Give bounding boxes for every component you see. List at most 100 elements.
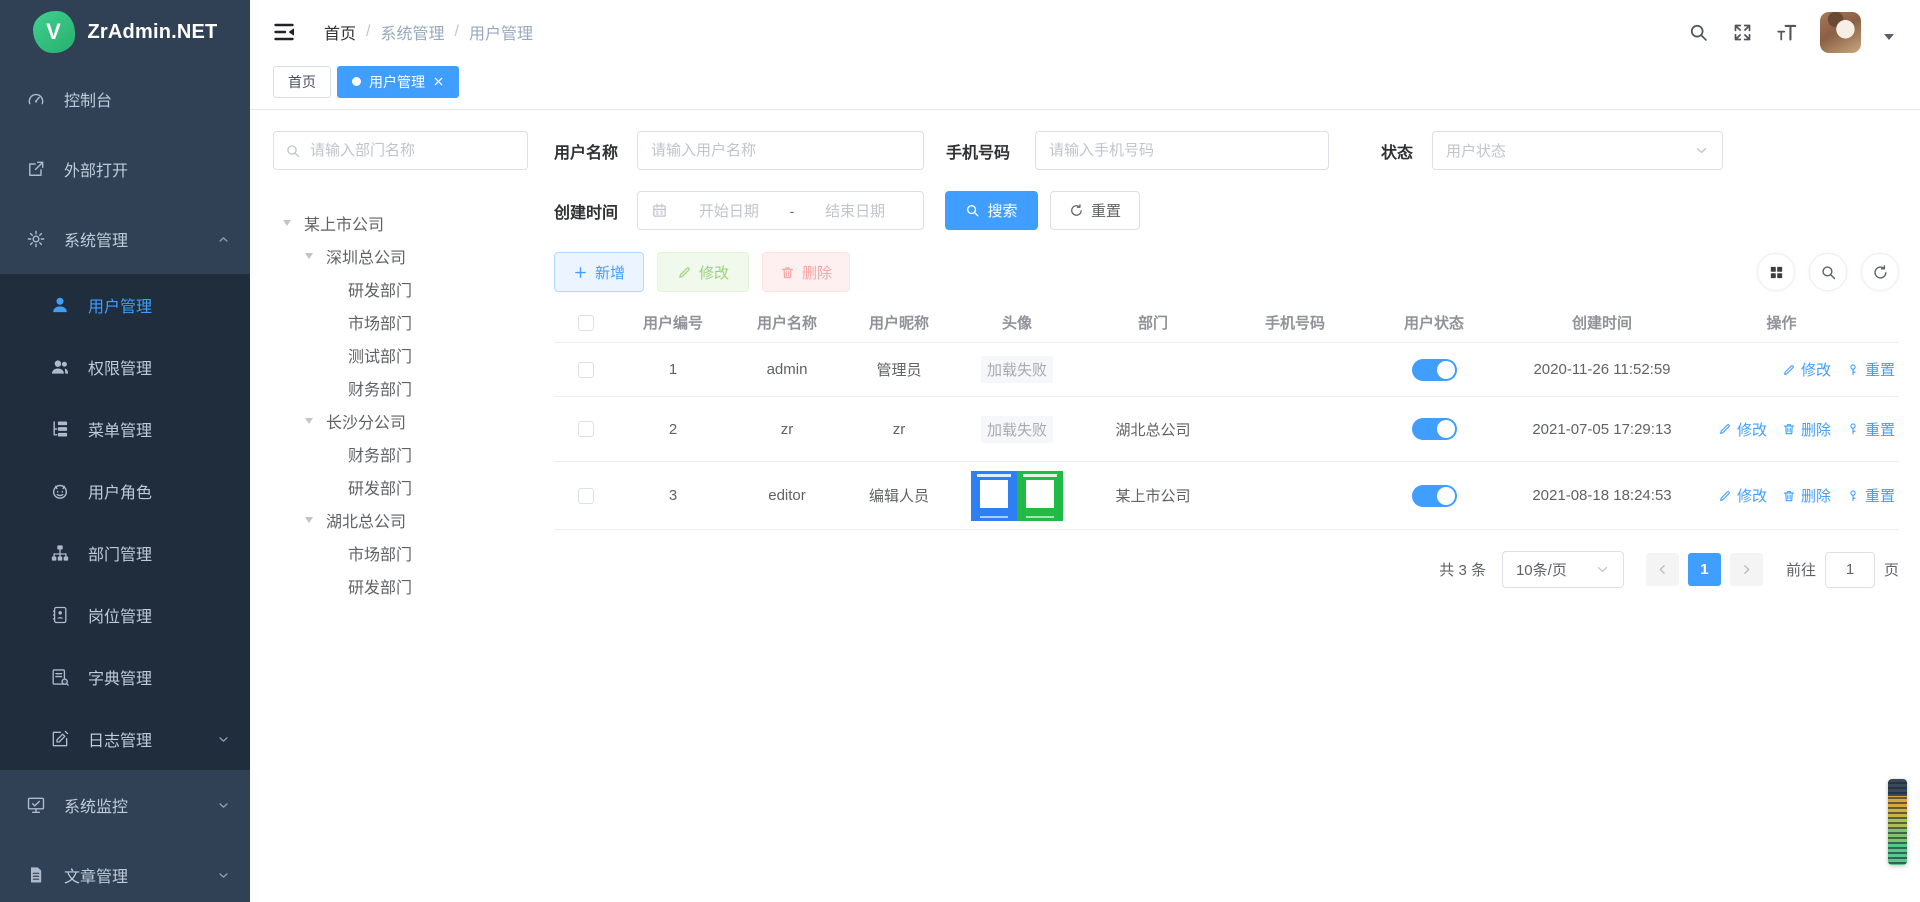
table-row: 2 zr zr 加载失败 湖北总公司 2021-07-05 17:29:13 修… [554,397,1899,462]
page-content: 某上市公司 深圳总公司 研发部门 市场部门 测试部门 财务部门 长沙分公司 财务… [250,110,1920,902]
sidebar-item-articles[interactable]: 文章管理 [0,840,250,902]
sidebar-item-label: 用户角色 [88,479,152,503]
fullscreen-icon[interactable] [1732,22,1753,43]
next-page-button[interactable] [1730,553,1763,586]
sidebar-item-logs[interactable]: 日志管理 [0,708,250,770]
sidebar-item-posts[interactable]: 岗位管理 [0,584,250,646]
col-username: 用户名称 [728,312,846,333]
tree-node[interactable]: 深圳总公司 [273,239,528,272]
tab-user-management[interactable]: 用户管理 [337,66,459,98]
tree-caret-icon[interactable] [305,248,326,263]
status-toggle[interactable] [1412,418,1457,440]
tree-node[interactable]: 市场部门 [273,536,528,569]
phone-input[interactable] [1049,142,1315,159]
breadcrumb-system[interactable]: 系统管理 [380,20,444,44]
close-icon[interactable] [433,76,444,87]
edit-button[interactable]: 修改 [657,252,749,292]
row-checkbox[interactable] [578,421,594,437]
add-button-label: 新增 [595,262,625,283]
sidebar-item-external[interactable]: 外部打开 [0,134,250,204]
sidebar-item-system[interactable]: 系统管理 [0,204,250,274]
tree-node[interactable]: 测试部门 [273,338,528,371]
tree-node[interactable]: 研发部门 [273,569,528,602]
tree-node[interactable]: 财务部门 [273,437,528,470]
row-delete-link[interactable]: 删除 [1782,485,1831,506]
table-row: 1 admin 管理员 加载失败 2020-11-26 11:52:59 修改 … [554,343,1899,397]
page-number-button[interactable]: 1 [1688,553,1721,586]
cell-nickname: 管理员 [846,359,952,380]
dept-search-input[interactable] [310,142,516,159]
breadcrumb-home[interactable]: 首页 [324,20,356,44]
tree-node[interactable]: 财务部门 [273,371,528,404]
row-edit-link[interactable]: 修改 [1718,485,1767,506]
tree-node[interactable]: 研发部门 [273,272,528,305]
prev-page-button[interactable] [1646,553,1679,586]
row-reset-link[interactable]: 重置 [1846,485,1895,506]
font-size-icon[interactable] [1776,22,1797,43]
cell-user-id: 1 [618,361,728,378]
tree-node[interactable]: 某上市公司 [273,206,528,239]
sidebar-item-roles[interactable]: 用户角色 [0,460,250,522]
delete-button[interactable]: 删除 [762,252,850,292]
status-toggle[interactable] [1412,359,1457,381]
tab-home[interactable]: 首页 [273,66,331,98]
tree-node[interactable]: 长沙分公司 [273,404,528,437]
tree-node-label: 市场部门 [348,310,412,334]
tree-node[interactable]: 市场部门 [273,305,528,338]
tree-caret-icon[interactable] [305,512,326,527]
sidebar-item-departments[interactable]: 部门管理 [0,522,250,584]
date-range-picker[interactable]: 开始日期 - 结束日期 [637,191,924,230]
sidebar-item-dictionary[interactable]: 字典管理 [0,646,250,708]
chevron-down-icon [217,799,230,812]
col-phone: 手机号码 [1224,312,1366,333]
sidebar-item-dashboard[interactable]: 控制台 [0,64,250,134]
cell-user-id: 3 [618,487,728,504]
tree-caret-icon[interactable] [305,413,326,428]
reset-button[interactable]: 重置 [1050,191,1140,230]
sidebar-item-permissions[interactable]: 权限管理 [0,336,250,398]
score-widget[interactable] [1888,779,1907,865]
select-all-checkbox[interactable] [578,315,594,331]
page-size-select[interactable]: 10条/页 [1502,551,1624,588]
add-button[interactable]: 新增 [554,252,644,292]
search-button[interactable]: 搜索 [945,191,1038,230]
key-icon [1846,422,1860,436]
user-avatar[interactable] [1820,12,1861,53]
id-badge-icon [50,605,70,625]
refresh-table-button[interactable] [1861,253,1899,291]
status-label: 状态 [1381,139,1413,163]
username-input[interactable] [651,142,910,159]
row-edit-link[interactable]: 修改 [1718,419,1767,440]
sidebar-item-label: 菜单管理 [88,417,152,441]
users-icon [50,357,70,377]
goto-page-input[interactable] [1825,552,1875,588]
sidebar-collapse-icon[interactable] [272,20,296,44]
row-checkbox[interactable] [578,488,594,504]
avatar-caret-down-icon[interactable] [1884,34,1894,45]
chevron-left-icon [1656,563,1669,576]
chevron-down-icon [217,733,230,746]
dept-tree: 某上市公司 深圳总公司 研发部门 市场部门 测试部门 财务部门 长沙分公司 财务… [273,206,528,602]
tree-node[interactable]: 研发部门 [273,470,528,503]
show-search-button[interactable] [1809,253,1847,291]
row-checkbox[interactable] [578,362,594,378]
sidebar-item-label: 用户管理 [88,293,152,317]
page-unit-label: 页 [1884,559,1899,580]
sidebar-item-users[interactable]: 用户管理 [0,274,250,336]
dashboard-icon [26,89,46,109]
sidebar-item-monitor[interactable]: 系统监控 [0,770,250,840]
row-reset-link[interactable]: 重置 [1846,359,1895,380]
status-select[interactable]: 用户状态 [1432,131,1723,170]
status-toggle[interactable] [1412,485,1457,507]
tree-caret-icon[interactable] [283,215,304,230]
columns-grid-button[interactable] [1757,253,1795,291]
tree-node-label: 深圳总公司 [326,244,406,268]
search-icon[interactable] [1688,22,1709,43]
top-bar: 首页 / 系统管理 / 用户管理 [250,0,1920,64]
sidebar-item-menus[interactable]: 菜单管理 [0,398,250,460]
row-delete-link[interactable]: 删除 [1782,419,1831,440]
row-reset-link[interactable]: 重置 [1846,419,1895,440]
tree-node[interactable]: 湖北总公司 [273,503,528,536]
row-edit-link[interactable]: 修改 [1782,359,1831,380]
calendar-icon [651,202,668,219]
